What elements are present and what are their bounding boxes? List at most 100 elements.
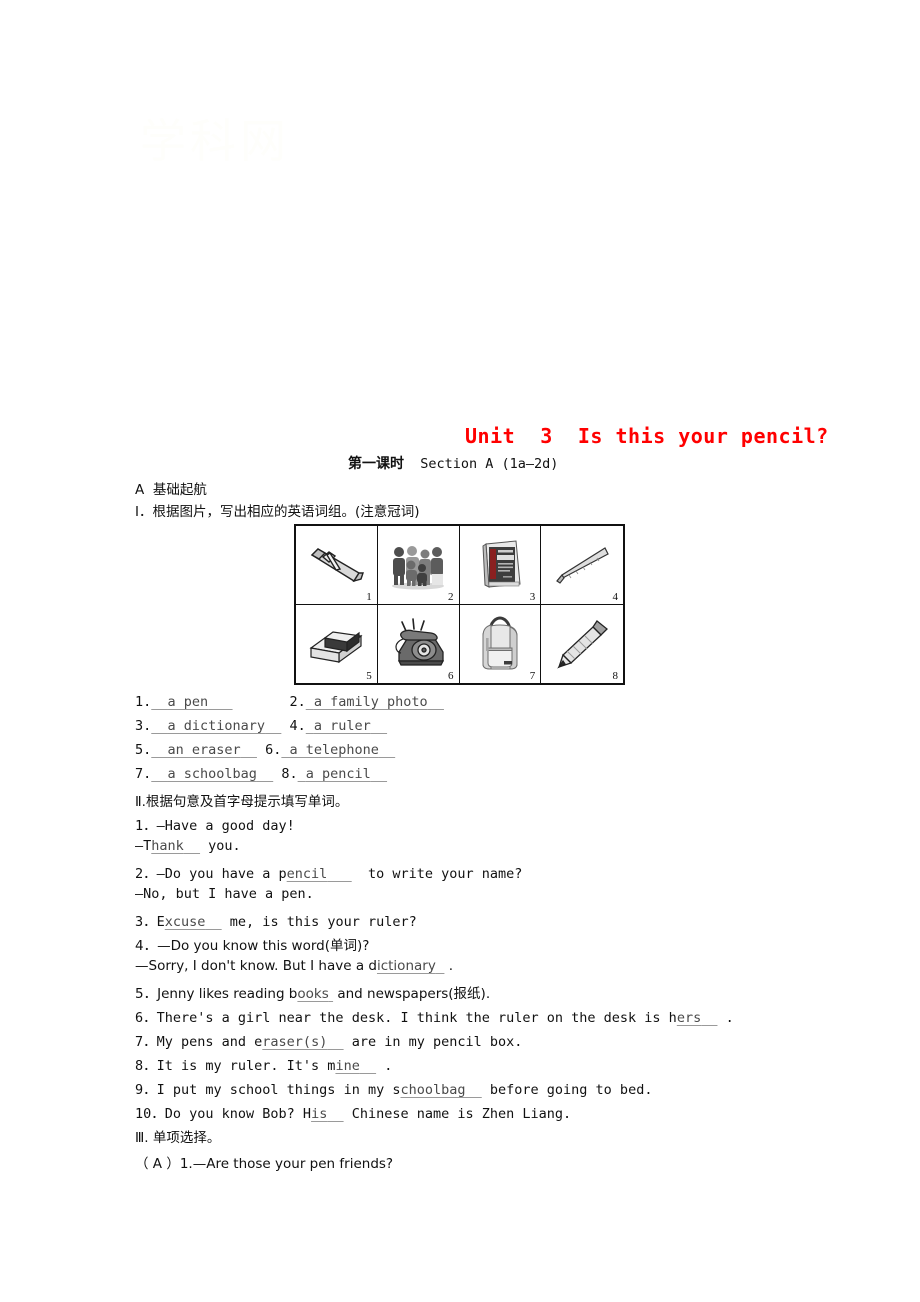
lesson-cn-label: 第一课时: [348, 456, 404, 472]
picture-cell-3: 3: [459, 526, 542, 605]
answer-tail-8: [371, 766, 387, 782]
answer-number: 3.: [135, 718, 152, 734]
item-text-post: .: [376, 1058, 393, 1074]
answer-number: 6.: [265, 742, 282, 758]
item-text: 2．—Do you have a p: [135, 866, 287, 882]
answer-text-8: a pencil: [305, 766, 371, 782]
part2-item-8: 5．Jenny likes reading books and newspape…: [135, 982, 490, 1002]
item-text: 4．—Do you know this word(单词)?: [135, 938, 370, 954]
item-text-post: you.: [200, 838, 241, 854]
picture-number: 2: [448, 590, 454, 603]
part2-item-4: —No, but I have a pen.: [135, 886, 314, 902]
gap-3: [257, 742, 265, 758]
dictionary-icon: [460, 526, 541, 604]
answer-text-5: an eraser: [167, 742, 241, 758]
answer-number: 5.: [135, 742, 152, 758]
part2-heading: Ⅱ.根据句意及首字母提示填写单词。: [135, 794, 349, 810]
picture-number: 3: [529, 590, 536, 603]
blank-answer[interactable]: ictionary: [377, 958, 436, 974]
item-text-post: to write your name?: [351, 866, 523, 882]
answer-blank-5[interactable]: [151, 742, 167, 758]
answer-row-4: 7. a schoolbag 8. a pencil: [135, 766, 387, 782]
blank-tail: [360, 1058, 376, 1074]
blank-answer[interactable]: ers: [677, 1010, 701, 1026]
picture-number: 6: [448, 670, 454, 682]
blank-tail: [327, 1034, 343, 1050]
blank-tail: [205, 914, 221, 930]
question-text: 1.—Are those your pen friends?: [179, 1156, 394, 1172]
blank-answer[interactable]: hank: [151, 838, 184, 854]
answer-row-1: 1. a pen 2. a family photo: [135, 694, 444, 710]
answer-number: 2.: [289, 694, 306, 710]
picture-cell-7: 7: [460, 604, 542, 683]
blank-tail: [327, 866, 351, 882]
answer-blank-1[interactable]: [151, 694, 167, 710]
blank-answer[interactable]: encil: [287, 866, 328, 882]
picture-number: 7: [529, 670, 536, 682]
choice-answer[interactable]: （ A ）: [135, 1156, 180, 1172]
telephone-icon: [378, 605, 459, 684]
part2-item-13: 10．Do you know Bob? His Chinese name is …: [135, 1102, 571, 1122]
family-photo-icon: [378, 526, 459, 604]
picture-number: 4: [612, 590, 619, 603]
answer-blank-3[interactable]: [151, 718, 167, 734]
answer-blank-8[interactable]: [298, 766, 306, 782]
answer-tail-6: [379, 742, 395, 758]
answer-tail-4: [371, 718, 387, 734]
answer-blank-6[interactable]: [281, 742, 289, 758]
ruler-icon: [541, 526, 623, 604]
answer-text-3: a dictionary: [167, 718, 266, 734]
answer-blank-7[interactable]: [151, 766, 167, 782]
part3-heading: Ⅲ. 单项选择。: [135, 1130, 221, 1146]
part2-item-12: 9．I put my school things in my schoolbag…: [135, 1078, 652, 1098]
item-text: 10．Do you know Bob? H: [135, 1106, 312, 1122]
answer-blank-2[interactable]: [306, 694, 314, 710]
blank-answer[interactable]: ooks: [297, 986, 328, 1002]
item-text: —Sorry, I don't know. But I have a d: [135, 958, 377, 974]
answer-text-1: a pen: [167, 694, 209, 710]
part2-item-10: 7．My pens and eraser(s) are in my pencil…: [135, 1030, 522, 1050]
document-page: 学科网 Unit 3 Is this your pencil? 第一课时 Sec…: [0, 0, 920, 1302]
watermark: 学科网: [140, 115, 290, 167]
item-text: 3．E: [135, 914, 165, 930]
blank-tail: [701, 1010, 717, 1026]
answer-text-7: a schoolbag: [167, 766, 257, 782]
blank-tail: [184, 838, 200, 854]
answer-blank-4[interactable]: [306, 718, 314, 734]
blank-answer[interactable]: choolbag: [400, 1082, 465, 1098]
answer-text-6: a telephone: [289, 742, 379, 758]
lesson-section-label: Section A (1a—2d): [420, 456, 559, 472]
item-text-post: before going to bed.: [481, 1082, 653, 1098]
answer-text-2: a family photo: [313, 694, 428, 710]
blank-answer[interactable]: ine: [335, 1058, 359, 1074]
lesson-en-label: [404, 456, 420, 472]
item-text-post: and newspapers(报纸).: [333, 986, 491, 1002]
answer-tail-2: [428, 694, 444, 710]
answer-tail-7: [257, 766, 273, 782]
part2-item-11: 8．It is my ruler. It's mine .: [135, 1054, 392, 1074]
picture-grid: 1 2 3 4 5 6 7 8: [294, 524, 625, 685]
answer-row-2: 3. a dictionary 4. a ruler: [135, 718, 387, 734]
part1-heading: Ⅰ．根据图片，写出相应的英语词组。(注意冠词): [135, 504, 420, 520]
item-text: 8．It is my ruler. It's m: [135, 1058, 336, 1074]
answer-tail-1: [208, 694, 232, 710]
item-text: 1．—Have a good day!: [135, 818, 295, 834]
part2-item-3: 2．—Do you have a pencil to write your na…: [135, 862, 522, 882]
blank-tail: [327, 1106, 343, 1122]
picture-cell-6: 6: [378, 604, 460, 684]
answer-number: 4.: [289, 718, 306, 734]
page-title: Unit 3 Is this your pencil?: [465, 424, 829, 448]
item-text: 6．There's a girl near the desk. I think …: [135, 1010, 677, 1026]
item-text: —No, but I have a pen.: [135, 886, 314, 902]
picture-cell-5: 5: [296, 604, 378, 683]
blank-answer[interactable]: raser(s): [262, 1034, 327, 1050]
answer-number: 7.: [135, 766, 152, 782]
section-a-label: A 基础起航: [135, 482, 207, 498]
part2-item-6: 4．—Do you know this word(单词)?: [135, 934, 369, 954]
answer-number: 1.: [135, 694, 152, 710]
blank-answer[interactable]: is: [311, 1106, 327, 1122]
blank-answer[interactable]: xcuse: [165, 914, 206, 930]
item-text: 7．My pens and e: [135, 1034, 263, 1050]
part2-item-5: 3．Excuse me, is this your ruler?: [135, 910, 417, 930]
part2-item-9: 6．There's a girl near the desk. I think …: [135, 1006, 734, 1026]
